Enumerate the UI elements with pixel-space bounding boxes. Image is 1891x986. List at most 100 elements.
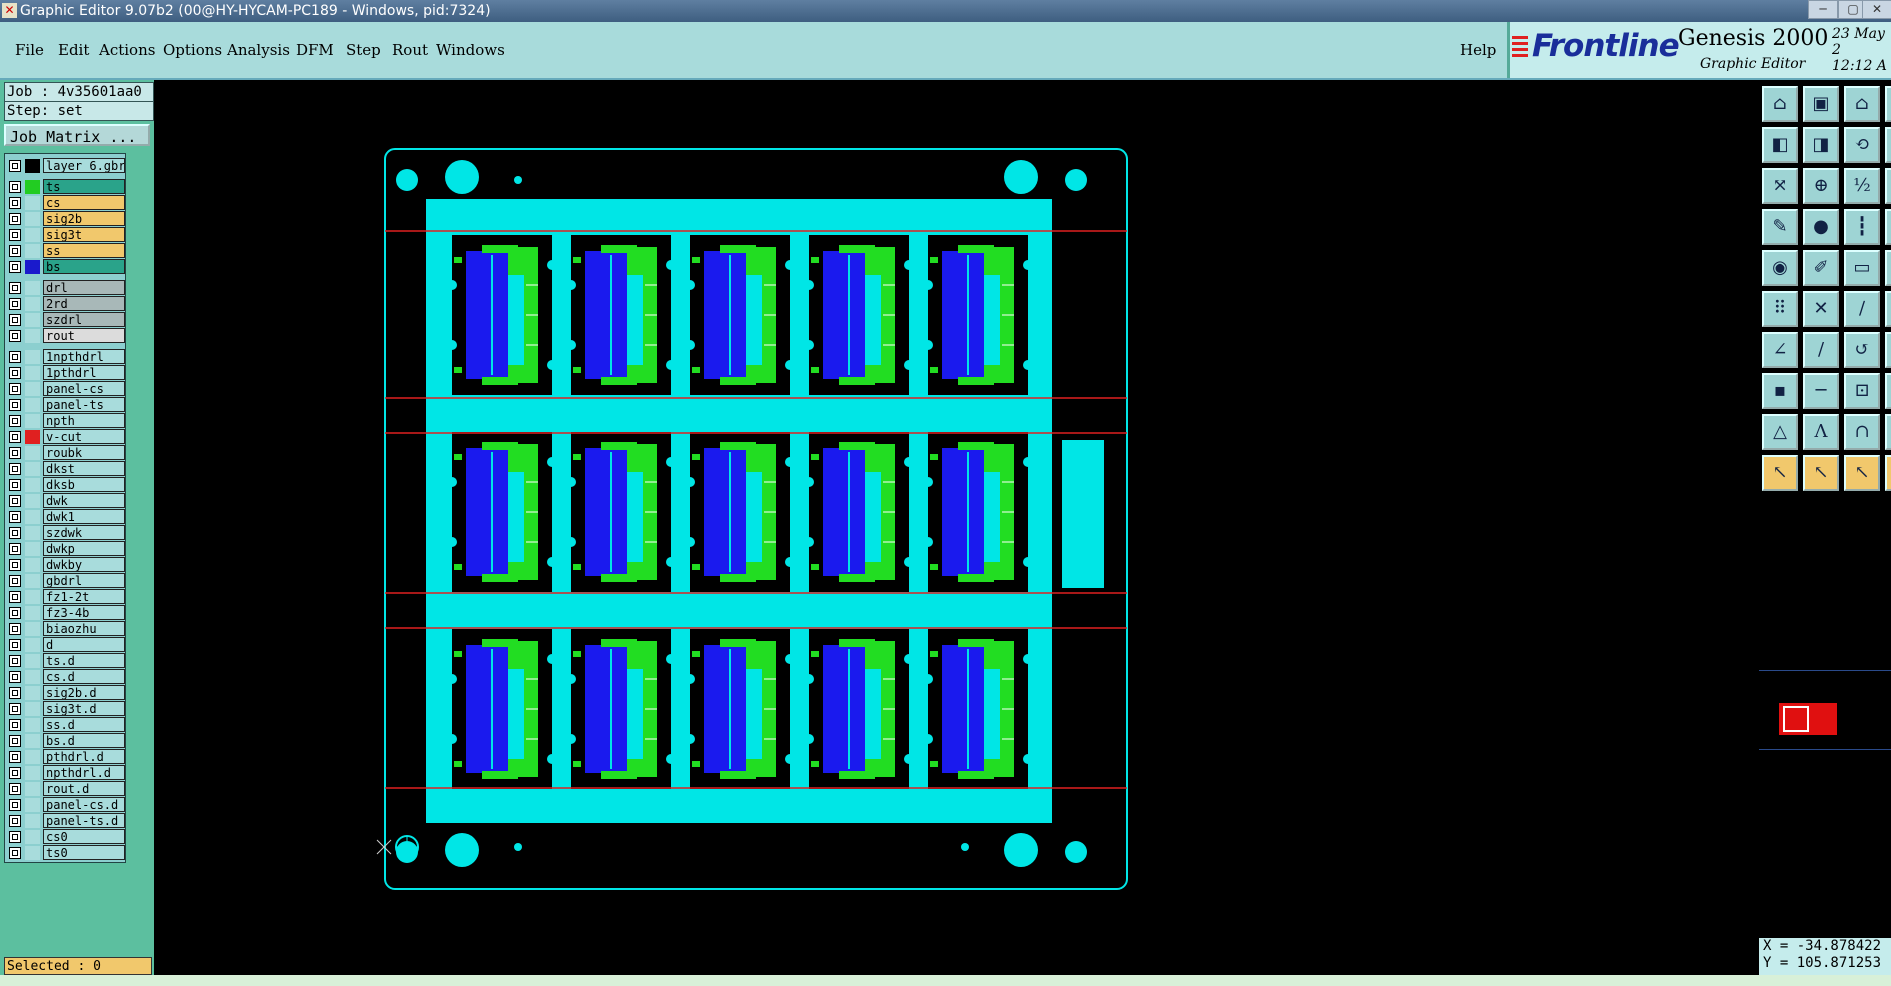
layer-name[interactable]: 1npthdrl	[43, 349, 125, 364]
layer-checkbox[interactable]	[9, 415, 21, 427]
layer-color-swatch[interactable]	[25, 750, 40, 764]
layer-checkbox[interactable]	[9, 298, 21, 310]
layer-name[interactable]: roubk	[43, 445, 125, 460]
pan-left-icon[interactable]: ◧	[1762, 127, 1798, 163]
layer-name[interactable]: dwk1	[43, 509, 125, 524]
layer-name[interactable]: panel-ts.d	[43, 813, 125, 828]
layer-color-swatch[interactable]	[25, 212, 40, 226]
layer-checkbox[interactable]	[9, 607, 21, 619]
menu-actions[interactable]: Actions	[99, 22, 155, 78]
layer-color-swatch[interactable]	[25, 830, 40, 844]
layer-checkbox[interactable]	[9, 495, 21, 507]
nodes-icon[interactable]: ⠿	[1762, 291, 1798, 327]
layer-color-swatch[interactable]	[25, 622, 40, 636]
layer-name[interactable]: d	[43, 637, 125, 652]
layer-checkbox[interactable]	[9, 655, 21, 667]
link-icon[interactable]: ∕	[1844, 291, 1880, 327]
cross-icon[interactable]: ✕	[1803, 291, 1839, 327]
layer-checkbox[interactable]	[9, 767, 21, 779]
line-icon[interactable]: /	[1803, 332, 1839, 368]
layer-row-layer_6.gbr[interactable]: layer_6.gbr	[5, 158, 125, 174]
layer-row-fz1-2t[interactable]: fz1-2t	[5, 589, 125, 605]
layer-color-swatch[interactable]	[25, 180, 40, 194]
menu-dfm[interactable]: DFM	[296, 22, 334, 78]
layer-color-swatch[interactable]	[25, 244, 40, 258]
layer-name[interactable]: bs.d	[43, 733, 125, 748]
layer-color-swatch[interactable]	[25, 446, 40, 460]
ruler-icon[interactable]: ┇	[1844, 209, 1880, 245]
edit-icon[interactable]: ✐	[1803, 250, 1839, 286]
layer-name[interactable]: ts.d	[43, 653, 125, 668]
layer-color-swatch[interactable]	[25, 478, 40, 492]
layer-row-sig3t.d[interactable]: sig3t.d	[5, 701, 125, 717]
layer-checkbox[interactable]	[9, 245, 21, 257]
layer-color-swatch[interactable]	[25, 734, 40, 748]
layer-row-bs.d[interactable]: bs.d	[5, 733, 125, 749]
layer-row-roubk[interactable]: roubk	[5, 445, 125, 461]
layer-row-szdwk[interactable]: szdwk	[5, 525, 125, 541]
layer-row-dwkby[interactable]: dwkby	[5, 557, 125, 573]
layer-color-swatch[interactable]	[25, 814, 40, 828]
layer-name[interactable]: panel-cs	[43, 381, 125, 396]
layer-name[interactable]: cs0	[43, 829, 125, 844]
layer-name[interactable]: sig3t.d	[43, 701, 125, 716]
layer-checkbox[interactable]	[9, 575, 21, 587]
overview-map[interactable]	[1759, 670, 1891, 750]
pan-back-icon[interactable]: ⟲	[1844, 127, 1880, 163]
layer-checkbox[interactable]	[9, 815, 21, 827]
layer-name[interactable]: v-cut	[43, 429, 125, 444]
layer-row-panel-cs.d[interactable]: panel-cs.d	[5, 797, 125, 813]
frame-icon[interactable]: ⌂	[1844, 86, 1880, 122]
layer-color-swatch[interactable]	[25, 462, 40, 476]
layer-list-scrollbar[interactable]	[127, 153, 153, 861]
layer-name[interactable]: sig3t	[43, 227, 125, 242]
layer-name[interactable]: szdrl	[43, 312, 125, 327]
angle-icon[interactable]: ∠	[1762, 332, 1798, 368]
layer-color-swatch[interactable]	[25, 798, 40, 812]
menu-help[interactable]: Help	[1460, 22, 1496, 78]
layer-row-bs[interactable]: bs	[5, 259, 125, 275]
menu-file[interactable]: File	[15, 22, 44, 78]
layer-row-v-cut[interactable]: v-cut	[5, 429, 125, 445]
zoom-1to2-icon[interactable]: ½	[1844, 168, 1880, 204]
layer-row-dwkp[interactable]: dwkp	[5, 541, 125, 557]
layer-name[interactable]: dkst	[43, 461, 125, 476]
layer-name[interactable]: drl	[43, 280, 125, 295]
layer-checkbox[interactable]	[9, 479, 21, 491]
layer-name[interactable]: ts0	[43, 845, 125, 860]
layer-row-cs0[interactable]: cs0	[5, 829, 125, 845]
grid-icon[interactable]: ▭	[1844, 250, 1880, 286]
layer-color-swatch[interactable]	[25, 159, 40, 173]
layer-color-swatch[interactable]	[25, 494, 40, 508]
layer-checkbox[interactable]	[9, 847, 21, 859]
layer-row-dwk[interactable]: dwk	[5, 493, 125, 509]
minimize-button[interactable]: ─	[1808, 0, 1838, 19]
menu-edit[interactable]: Edit	[58, 22, 89, 78]
layer-color-swatch[interactable]	[25, 686, 40, 700]
layer-checkbox[interactable]	[9, 687, 21, 699]
pointer-box-icon[interactable]: ↖	[1803, 455, 1839, 491]
layer-name[interactable]: bs	[43, 259, 125, 274]
layer-checkbox[interactable]	[9, 431, 21, 443]
layer-checkbox[interactable]	[9, 671, 21, 683]
layer-name[interactable]: dwkby	[43, 557, 125, 572]
layer-color-swatch[interactable]	[25, 590, 40, 604]
layer-name[interactable]: dwk	[43, 493, 125, 508]
pointer-circle-icon[interactable]: ↖	[1844, 455, 1880, 491]
hline-icon[interactable]: ─	[1803, 373, 1839, 409]
menu-windows[interactable]: Windows	[436, 22, 505, 78]
layer-name[interactable]: gbdrl	[43, 573, 125, 588]
zoom-page-icon[interactable]: ▯	[1885, 168, 1891, 204]
layer-checkbox[interactable]	[9, 799, 21, 811]
layer-checkbox[interactable]	[9, 527, 21, 539]
triangle-icon[interactable]: △	[1762, 414, 1798, 450]
layer-color-swatch[interactable]	[25, 382, 40, 396]
layer-row-sig2b.d[interactable]: sig2b.d	[5, 685, 125, 701]
layer-color-swatch[interactable]	[25, 846, 40, 860]
layer-color-swatch[interactable]	[25, 297, 40, 311]
layer-name[interactable]: pthdrl.d	[43, 749, 125, 764]
layer-name[interactable]: npthdrl.d	[43, 765, 125, 780]
arch-icon[interactable]: ∩	[1844, 414, 1880, 450]
layer-row-ts.d[interactable]: ts.d	[5, 653, 125, 669]
layer-row-panel-cs[interactable]: panel-cs	[5, 381, 125, 397]
